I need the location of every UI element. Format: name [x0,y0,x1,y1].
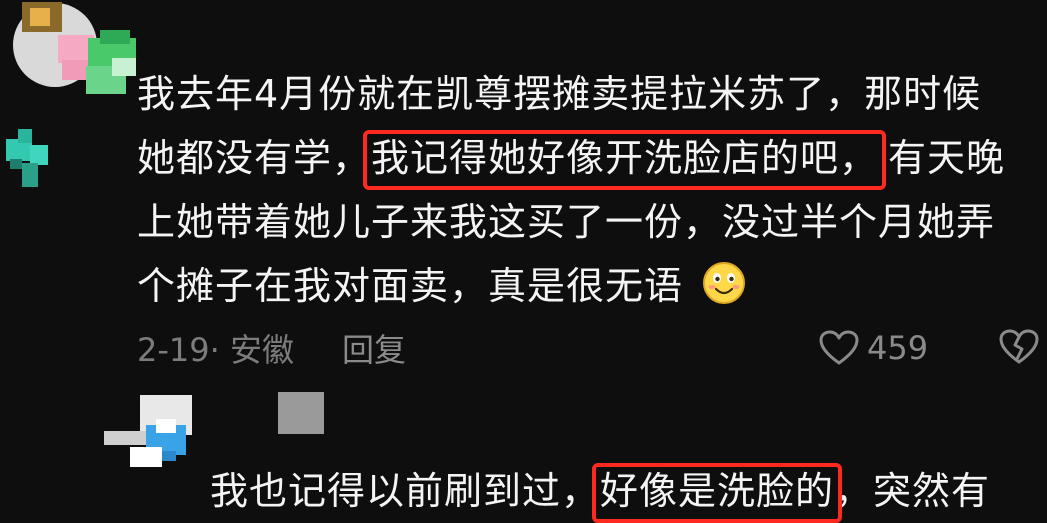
like-button[interactable]: 459 [819,325,928,371]
avatar[interactable] [100,395,200,470]
comment-meta: 2-19· 安徽 回复 459 [137,325,1039,373]
comment-text: ，突然有 [834,469,991,513]
dislike-button[interactable] [999,329,1039,373]
smiling-face-icon [702,260,746,304]
comment-text: 有天晚 [888,136,1006,180]
comment-line-4: 个摊子在我对面卖，真是很无语 [137,254,1032,318]
broken-heart-icon [999,329,1039,364]
comment-line-2: 她都没有学，我记得她好像开洗脸店的吧， 有天晚 [137,126,1032,190]
avatar-mosaic [104,395,192,467]
highlighted-text: 好像是洗脸的 [592,459,843,523]
avatar[interactable] [0,0,150,100]
like-count: 459 [867,329,929,367]
comment-text: 上她带着她儿子来我这买了一份，没过半个月她弄 [137,200,996,244]
reply-comment-body: 我也记得以前刷到过，好像是洗脸的，突然有 [210,459,990,523]
username-mosaic [278,392,324,434]
comment-text: 她都没有学， [137,136,372,180]
mosaic-icon [6,129,48,187]
comment-text: 我去年4月份就在凯尊摆摊卖提拉米苏了，那时候 [137,72,982,116]
comment-date-location: 2-19· 安徽 [137,331,294,369]
comment-text: 个摊子在我对面卖，真是很无语 [137,264,684,308]
comment-line-3: 上她带着她儿子来我这买了一份，没过半个月她弄 [137,190,1032,254]
comment-body: 我去年4月份就在凯尊摆摊卖提拉米苏了，那时候 她都没有学，我记得她好像开洗脸店的… [137,62,1032,318]
comment-text: 我也记得以前刷到过， [210,469,601,513]
heart-icon [819,330,859,365]
comment-line-1: 我去年4月份就在凯尊摆摊卖提拉米苏了，那时候 [137,62,1032,126]
highlighted-text: 我记得她好像开洗脸店的吧， [363,126,887,190]
avatar-mosaic [0,0,150,100]
side-mosaic [0,125,60,195]
reply-button[interactable]: 回复 [342,325,406,371]
